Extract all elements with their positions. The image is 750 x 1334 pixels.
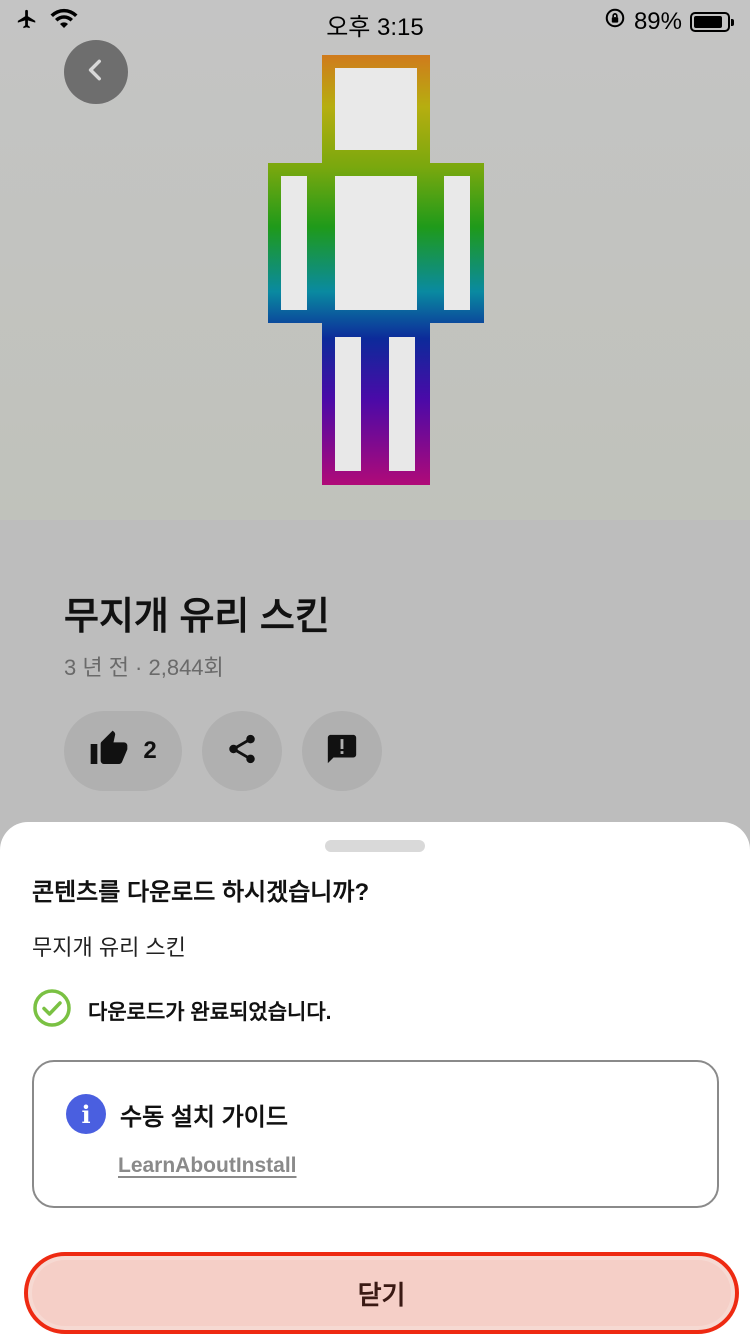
- install-guide-title: 수동 설치 가이드: [120, 1103, 288, 1131]
- close-button[interactable]: 닫기: [24, 1252, 739, 1334]
- orientation-lock-icon: [604, 7, 626, 36]
- content-title: 무지개 유리 스킨: [64, 596, 330, 638]
- back-button[interactable]: [64, 40, 128, 104]
- report-button[interactable]: [302, 711, 382, 791]
- check-circle-icon: [32, 988, 72, 1033]
- status-right: 89%: [604, 7, 734, 36]
- info-icon: i: [66, 1094, 106, 1134]
- install-guide-header: i 수동 설치 가이드: [66, 1094, 288, 1134]
- download-item-name: 무지개 유리 스킨: [32, 935, 186, 960]
- close-button-label: 닫기: [357, 1279, 406, 1310]
- battery-icon: [690, 11, 734, 32]
- learn-about-install-link[interactable]: LearnAboutInstall: [118, 1154, 297, 1178]
- share-icon: [225, 732, 259, 771]
- sheet-drag-handle[interactable]: [325, 840, 425, 852]
- download-bottom-sheet: 콘텐츠를 다운로드 하시겠습니까? 무지개 유리 스킨 다운로드가 완료되었습니…: [0, 822, 750, 1334]
- content-meta: 3 년 전 · 2,844회: [64, 655, 224, 680]
- battery-percent: 89%: [633, 7, 682, 35]
- thumbs-up-icon: [89, 729, 129, 774]
- skin-figure-image: [268, 55, 484, 485]
- download-question: 콘텐츠를 다운로드 하시겠습니까?: [32, 879, 370, 906]
- like-button[interactable]: 2: [64, 711, 182, 791]
- share-button[interactable]: [202, 711, 282, 791]
- report-icon: [325, 732, 359, 771]
- like-count: 2: [143, 737, 157, 764]
- chevron-left-icon: [83, 57, 109, 88]
- download-status-text: 다운로드가 완료되었습니다.: [88, 1000, 332, 1024]
- screen: 오후 3:15 89% 무지개 유리 스킨 3 년 전 · 2,844회 2 콘…: [0, 0, 750, 1334]
- status-bar: 오후 3:15 89%: [0, 0, 750, 41]
- install-guide-card: i 수동 설치 가이드 LearnAboutInstall: [32, 1060, 719, 1208]
- action-bar: 2: [64, 711, 382, 791]
- download-status: 다운로드가 완료되었습니다.: [32, 988, 332, 1033]
